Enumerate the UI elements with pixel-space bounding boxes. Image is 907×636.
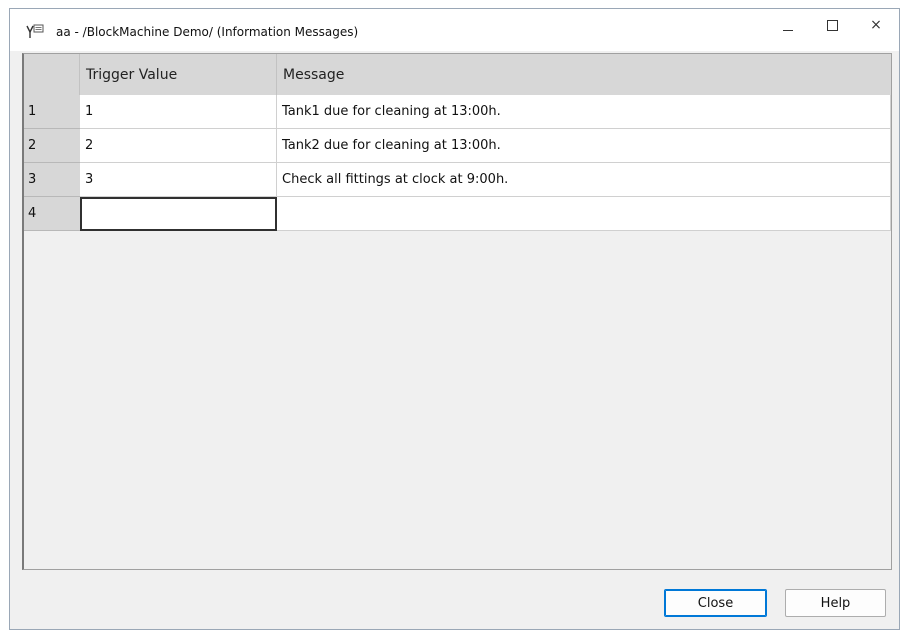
row-number[interactable]: 3 [24, 163, 80, 197]
row-number[interactable]: 4 [24, 197, 80, 231]
title-bar[interactable]: aa - /BlockMachine Demo/ (Information Me… [10, 9, 899, 51]
table-row: 4 [24, 197, 891, 231]
close-icon: × [870, 17, 882, 33]
grid-message-icon [26, 24, 44, 38]
row-number[interactable]: 2 [24, 129, 80, 163]
close-button[interactable]: Close [664, 589, 767, 617]
column-header-trigger-value[interactable]: Trigger Value [80, 54, 277, 95]
message-cell[interactable] [277, 197, 891, 231]
maximize-button[interactable] [809, 9, 855, 41]
table-row: 2 2 Tank2 due for cleaning at 13:00h. [24, 129, 891, 163]
close-window-button[interactable]: × [853, 9, 899, 41]
messages-grid[interactable]: Trigger Value Message 1 1 Tank1 due for … [22, 53, 892, 570]
row-number[interactable]: 1 [24, 95, 80, 129]
maximize-icon [826, 19, 838, 31]
help-button[interactable]: Help [785, 589, 886, 617]
trigger-value-cell-active[interactable] [80, 197, 277, 231]
trigger-value-cell[interactable]: 3 [80, 163, 277, 197]
message-cell[interactable]: Tank2 due for cleaning at 13:00h. [277, 129, 891, 163]
table-row: 3 3 Check all fittings at clock at 9:00h… [24, 163, 891, 197]
column-header-message[interactable]: Message [277, 54, 891, 95]
information-messages-window: aa - /BlockMachine Demo/ (Information Me… [9, 8, 900, 630]
trigger-value-cell[interactable]: 1 [80, 95, 277, 129]
trigger-value-cell[interactable]: 2 [80, 129, 277, 163]
corner-header-cell[interactable] [24, 54, 80, 95]
message-cell[interactable]: Check all fittings at clock at 9:00h. [277, 163, 891, 197]
message-cell[interactable]: Tank1 due for cleaning at 13:00h. [277, 95, 891, 129]
table-row: 1 1 Tank1 due for cleaning at 13:00h. [24, 95, 891, 129]
minimize-button[interactable] [765, 9, 811, 41]
grid-header: Trigger Value Message [24, 54, 891, 96]
window-title: aa - /BlockMachine Demo/ (Information Me… [56, 25, 359, 39]
minimize-icon [783, 29, 793, 31]
